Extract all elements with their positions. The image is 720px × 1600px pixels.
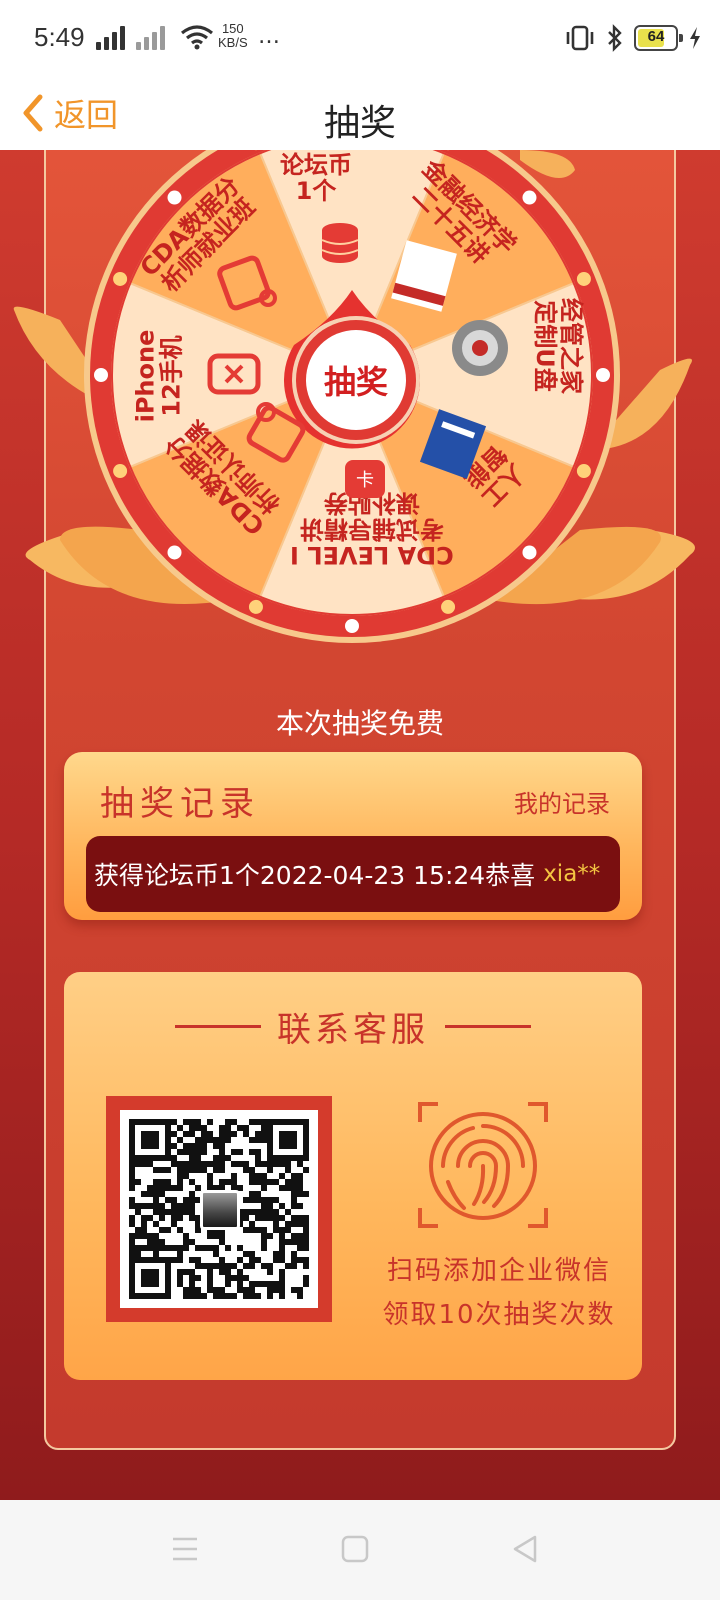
record-user: xia** [543, 861, 601, 887]
status-right: 64 [564, 24, 702, 52]
qr-logo [200, 1190, 240, 1230]
blue-book-icon [419, 409, 487, 479]
net-speed-unit: KB/S [218, 35, 248, 50]
qr-code-frame [106, 1096, 332, 1322]
service-text-2: 领取10次抽奖次数 [382, 1300, 616, 1330]
record-text: 获得论坛币1个2022-04-23 15:24恭喜 [94, 861, 536, 890]
qr-code[interactable] [120, 1110, 318, 1308]
title-bar: 返回 抽奖 [0, 80, 720, 150]
draw-button[interactable]: 抽奖 [306, 330, 406, 430]
bag-icon [246, 402, 306, 463]
status-bar: 5:49 150 KB/S … 64 [0, 0, 720, 80]
wifi-icon [181, 25, 213, 50]
menu-icon[interactable] [170, 1534, 200, 1564]
fingerprint-icon[interactable] [418, 1102, 548, 1228]
phone-icon [207, 353, 261, 395]
back-nav-icon[interactable] [510, 1534, 540, 1564]
usb-drive-icon [452, 320, 508, 376]
signal-2-icon [136, 24, 165, 50]
charging-icon [690, 27, 700, 49]
record-card: 抽奖记录 我的记录 获得论坛币1个2022-04-23 15:24恭喜 xia*… [64, 752, 642, 920]
record-title: 抽奖记录 [100, 784, 260, 824]
svg-text:卡: 卡 [356, 470, 374, 491]
net-speed: 150 KB/S [218, 22, 248, 50]
ticket-icon: 卡 [345, 460, 385, 498]
net-speed-value: 150 [221, 21, 244, 36]
divider [445, 1025, 531, 1028]
draw-status: 本次抽奖免费 [275, 707, 444, 740]
home-icon[interactable] [340, 1534, 370, 1564]
service-text-1: 扫码添加企业微信 [386, 1256, 611, 1286]
status-time: 5:49 [34, 22, 85, 52]
battery-icon: 64 [634, 25, 683, 51]
divider [175, 1025, 261, 1028]
service-title-text: 联系客服 [277, 1010, 429, 1050]
vibrate-icon [566, 25, 594, 51]
service-card: 联系客服 扫码添加企业微信 领取10次抽奖次数 [64, 972, 642, 1380]
system-nav-bar [0, 1500, 720, 1600]
coins-icon [321, 223, 359, 263]
lottery-page: 论坛币 1个 金融经济学 二十五讲 经管之家 定制U盘 人工 智能 CDA LE… [0, 150, 720, 1500]
record-ticker: 获得论坛币1个2022-04-23 15:24恭喜 xia** [86, 836, 620, 912]
briefcase-icon [217, 255, 277, 311]
signal-icon [96, 24, 125, 50]
my-records-link[interactable]: 我的记录 [514, 784, 610, 819]
book-icon [391, 240, 457, 312]
service-title: 联系客服 [64, 1002, 642, 1051]
page-title: 抽奖 [323, 103, 396, 144]
more-notifications: … [258, 24, 281, 49]
bluetooth-icon [608, 24, 622, 52]
battery-level: 64 [647, 28, 665, 45]
